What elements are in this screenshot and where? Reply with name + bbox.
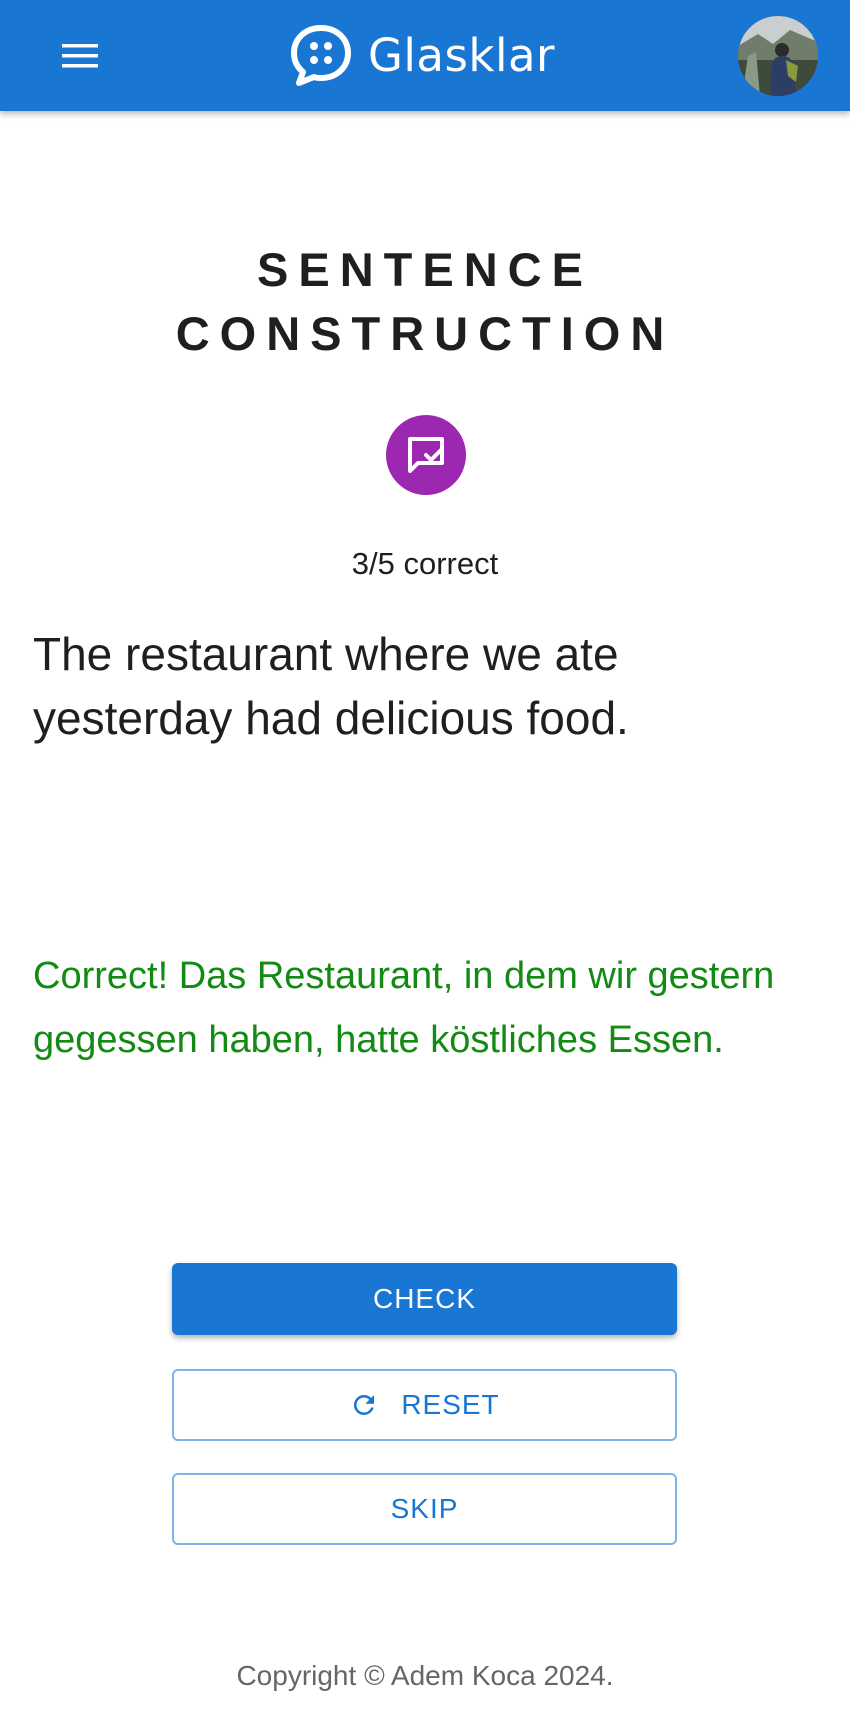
menu-button[interactable] [47,28,113,84]
brand-name: Glasklar [368,28,556,82]
copyright-text: Copyright © Adem Koca 2024. [236,1660,614,1691]
menu-icon [62,44,98,68]
skip-button-label: SKIP [390,1493,459,1524]
avatar-photo [738,16,818,96]
chat-check-icon [408,437,444,473]
check-button-label: CHECK [372,1283,476,1314]
exercise-type-badge [386,415,466,495]
check-button[interactable]: CHECK [172,1263,677,1335]
feedback-message: Correct! Das Restaurant, in dem wir gest… [33,955,775,1061]
user-avatar[interactable] [738,16,818,96]
progress-counter: 3/5 correct [351,546,499,581]
skip-button[interactable]: SKIP [172,1473,677,1545]
source-sentence: The restaurant where we ate yesterday ha… [33,628,629,744]
refresh-icon [349,1390,379,1420]
reset-button[interactable]: RESET [172,1369,677,1441]
brand-logo[interactable]: Glasklar [288,22,555,88]
page-title: SENTENCE CONSTRUCTION [0,238,850,366]
page-title-text: SENTENCE CONSTRUCTION [175,243,675,360]
footer: Copyright © Adem Koca 2024. [0,1660,850,1692]
app-bar: Glasklar [0,0,850,111]
reset-button-label: RESET [401,1389,500,1420]
chat-bubble-logo-icon [291,25,351,86]
